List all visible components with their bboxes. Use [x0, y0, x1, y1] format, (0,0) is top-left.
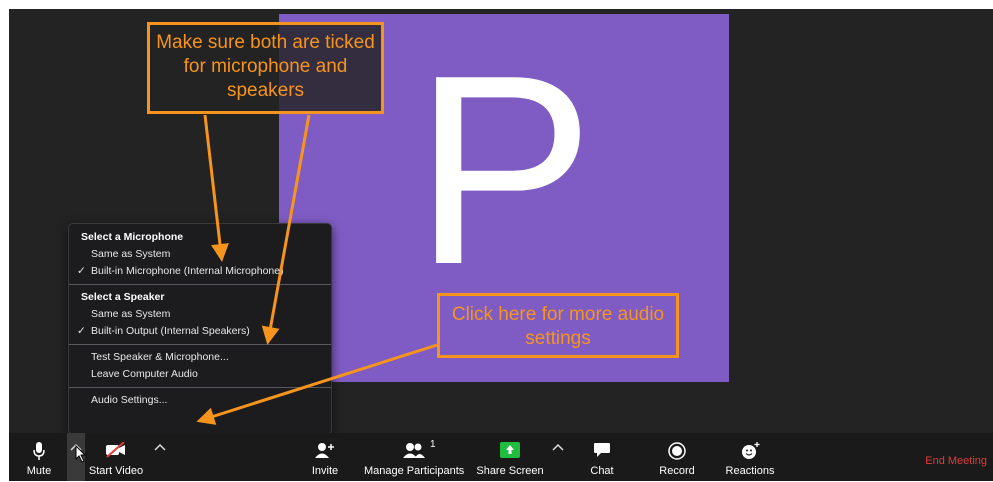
checkmark-icon: ✓ [77, 325, 86, 337]
record-label: Record [659, 465, 695, 477]
reactions-button[interactable]: Reactions [723, 433, 777, 481]
audio-options-caret[interactable] [67, 433, 87, 481]
record-button[interactable]: Record [657, 433, 697, 481]
participants-icon [403, 443, 425, 458]
menu-divider [69, 344, 331, 345]
reactions-label: Reactions [725, 465, 775, 477]
start-video-label: Start Video [88, 465, 144, 477]
mute-label: Mute [26, 465, 52, 477]
add-person-icon [315, 443, 334, 458]
meeting-toolbar: Mute Start Video Invite 1 Manage Partici… [9, 433, 993, 481]
meeting-window: P Select a Microphone Same as System ✓ B… [9, 9, 993, 481]
speaker-option-label: Built-in Output (Internal Speakers) [91, 325, 250, 337]
mic-section-title: Select a Microphone [81, 231, 184, 243]
mute-button[interactable]: Mute [21, 433, 57, 481]
speaker-option-same-as-system[interactable]: Same as System [69, 306, 331, 323]
start-video-button[interactable]: Start Video [87, 433, 145, 481]
chat-button[interactable]: Chat [587, 433, 617, 481]
mic-option-same-as-system[interactable]: Same as System [69, 246, 331, 263]
record-icon [668, 442, 686, 460]
manage-participants-label: Manage Participants [364, 465, 465, 477]
mic-option-label: Built-in Microphone (Internal Microphone… [91, 265, 284, 277]
mic-option-built-in[interactable]: ✓ Built-in Microphone (Internal Micropho… [69, 263, 331, 280]
chat-bubble-icon [594, 443, 610, 457]
smiley-add-icon [742, 442, 760, 459]
test-speaker-microphone-item[interactable]: Test Speaker & Microphone... [69, 349, 331, 366]
menu-item-label: Leave Computer Audio [91, 368, 198, 380]
menu-item-label: Test Speaker & Microphone... [91, 351, 229, 363]
audio-options-menu: Select a Microphone Same as System ✓ Bui… [68, 223, 332, 435]
microphone-icon [33, 442, 45, 460]
menu-divider [69, 284, 331, 285]
checkmark-icon: ✓ [77, 265, 86, 277]
mic-option-label: Same as System [91, 248, 171, 260]
video-camera-off-icon [106, 442, 125, 458]
audio-settings-item[interactable]: Audio Settings... [69, 392, 331, 409]
chevron-up-icon [154, 443, 166, 451]
speaker-option-built-in[interactable]: ✓ Built-in Output (Internal Speakers) [69, 323, 331, 340]
participant-count-badge: 1 [430, 439, 436, 450]
chat-label: Chat [590, 465, 614, 477]
share-options-caret[interactable] [549, 433, 567, 481]
mouse-cursor-icon [75, 445, 87, 463]
leave-computer-audio-item[interactable]: Leave Computer Audio [69, 366, 331, 383]
video-options-caret[interactable] [151, 433, 169, 481]
annotation-settings-note: Click here for more audio settings [437, 293, 679, 358]
share-screen-icon [500, 442, 520, 458]
invite-label: Invite [311, 465, 339, 477]
speaker-section-title: Select a Speaker [81, 291, 165, 303]
manage-participants-button[interactable]: 1 Manage Participants [364, 433, 464, 481]
share-screen-label: Share Screen [476, 465, 544, 477]
annotation-tick-note: Make sure both are ticked for microphone… [147, 22, 384, 114]
end-meeting-button[interactable]: End Meeting [925, 455, 987, 467]
speaker-option-label: Same as System [91, 308, 171, 320]
share-screen-button[interactable]: Share Screen [475, 433, 545, 481]
menu-item-label: Audio Settings... [91, 394, 168, 406]
menu-divider [69, 387, 331, 388]
invite-button[interactable]: Invite [307, 433, 343, 481]
chevron-up-icon [552, 443, 564, 451]
